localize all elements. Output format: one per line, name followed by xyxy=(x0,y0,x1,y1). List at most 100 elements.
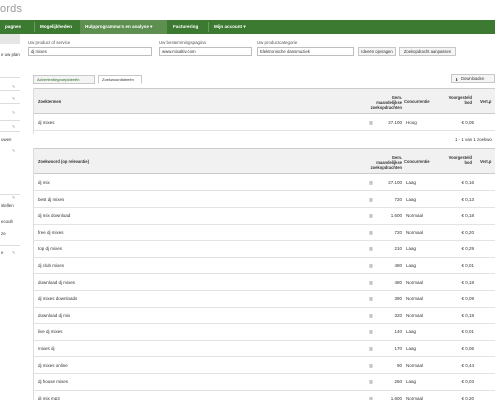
keyword-cell[interactable]: best dj mixes xyxy=(38,192,64,208)
header-suggested-bid[interactable]: Voorgesteld bod xyxy=(446,95,472,105)
chart-icon[interactable]: ▥ xyxy=(369,258,373,274)
keyword-cell[interactable]: top dj mixes xyxy=(38,241,62,257)
tab-keyword-ideas[interactable]: Zoekwoordideeën xyxy=(98,75,142,84)
pencil-icon[interactable]: ✎ xyxy=(12,84,17,89)
table-header: Zoektermen Gem. maandelijkse zoekopdrach… xyxy=(34,88,495,114)
bid-cell: € 0,01 xyxy=(461,263,474,268)
keyword-cell[interactable]: download dj mix xyxy=(38,308,70,324)
sidebar-divider xyxy=(0,77,20,78)
nav-item-my-account[interactable]: Mijn account ▾ xyxy=(209,20,257,34)
competition-cell: Laag xyxy=(406,196,417,202)
chart-icon[interactable]: ▥ xyxy=(369,192,373,208)
table-row: dj mixes downloads ▥ 390 Normaal € 0,09 xyxy=(34,291,495,308)
table-row: download dj mix ▥ 320 Normaal € 0,18 xyxy=(34,307,495,325)
header-avg-searches[interactable]: Gem. maandelijkse zoekopdrachten xyxy=(366,95,402,110)
bid-cell: € 0,13 xyxy=(461,196,474,202)
sidebar-item[interactable]: uwen xyxy=(1,137,12,142)
download-button[interactable]: ⬇ Downloaden xyxy=(451,74,495,83)
product-input[interactable]: dj mixes xyxy=(28,47,152,56)
sidebar-plan-label[interactable]: e uw plan xyxy=(1,52,20,57)
competition-cell: Laag xyxy=(406,246,417,252)
sidebar-item[interactable]: e xyxy=(1,250,3,255)
keyword-cell[interactable]: free dj mixes xyxy=(38,225,64,241)
chart-icon[interactable]: ▥ xyxy=(369,275,373,291)
chart-icon[interactable]: ▥ xyxy=(369,208,373,224)
sidebar-divider xyxy=(0,90,20,91)
bid-cell: € 0,06 xyxy=(461,346,474,351)
searches-cell: 27.100 xyxy=(388,180,402,185)
sidebar-item[interactable]: ecoult xyxy=(1,219,13,224)
chart-icon[interactable]: ▥ xyxy=(369,308,373,324)
keyword-cell: dj mixes xyxy=(38,120,55,125)
header-ad-share[interactable]: Vert.p xyxy=(480,99,491,104)
sidebar-item[interactable]: stellen xyxy=(1,203,14,208)
searches-cell: 720 xyxy=(394,229,402,235)
nav-item-opportunities[interactable]: Mogelijkheden xyxy=(35,20,79,34)
refine-search-button[interactable]: Zoekopdracht aanpassen xyxy=(399,47,456,56)
pencil-icon[interactable]: ✎ xyxy=(12,148,17,153)
competition-cell: Laag xyxy=(406,346,417,351)
keyword-cell[interactable]: dj mix xyxy=(38,175,50,191)
bid-cell: € 0,20 xyxy=(461,229,474,235)
keyword-cell[interactable]: dj house mixes xyxy=(38,374,68,390)
competition-cell: Normaal xyxy=(406,395,424,400)
keyword-cell[interactable]: download dj mixes xyxy=(38,275,75,291)
table-row: dj house mixes ▥ 260 Laag € 0,03 xyxy=(34,374,495,391)
pencil-icon[interactable]: ✎ xyxy=(12,195,17,200)
chart-icon[interactable]: ▥ xyxy=(369,374,373,390)
chart-icon[interactable]: ▥ xyxy=(369,115,373,131)
product-label: Uw product of service xyxy=(28,40,71,45)
header-search-terms[interactable]: Zoektermen xyxy=(38,99,61,104)
chart-icon[interactable]: ▥ xyxy=(369,175,373,191)
landing-page-label: Uw bestemmingspagina xyxy=(159,40,206,45)
pencil-icon[interactable]: ✎ xyxy=(12,110,17,115)
competition-cell: Hoog xyxy=(406,120,417,125)
header-competition[interactable]: Concurrentie xyxy=(404,159,429,164)
chart-icon[interactable]: ▥ xyxy=(369,358,373,374)
chart-icon[interactable]: ▥ xyxy=(369,291,373,307)
landing-page-input[interactable]: www.mixaltiv.com xyxy=(159,47,252,56)
keyword-cell[interactable]: dj mixes online xyxy=(38,358,68,374)
keyword-cell[interactable]: dj club mixes xyxy=(38,258,64,274)
searches-cell: 480 xyxy=(394,279,402,285)
sidebar-item[interactable]: ze xyxy=(1,231,6,236)
nav-item-tools-analysis[interactable]: Hulpprogramma's en analyse ▾ xyxy=(80,20,167,34)
chart-icon[interactable]: ▥ xyxy=(369,324,373,340)
table-header: Zoekwoord (op relevantie) Gem. maandelij… xyxy=(34,148,495,174)
keyword-cell[interactable]: dj mix mp3 xyxy=(38,391,60,400)
get-ideas-button[interactable]: Ideeën opvragen xyxy=(358,47,396,56)
pencil-icon[interactable]: ✎ xyxy=(12,96,17,101)
pencil-icon[interactable]: ✎ xyxy=(12,250,17,255)
bid-cell: € 0,09 xyxy=(461,296,474,302)
bid-cell: € 0,18 xyxy=(461,213,474,219)
download-icon: ⬇ xyxy=(455,77,459,82)
nav-item-campaigns[interactable]: pagnes xyxy=(0,20,34,34)
table-row: dj mixes ▥ 27.100 Hoog € 0,05 xyxy=(34,115,495,132)
header-avg-searches[interactable]: Gem. maandelijkse zoekopdrachten xyxy=(366,155,402,170)
keyword-cell[interactable]: live dj mixes xyxy=(38,324,63,340)
bid-cell: € 0,05 xyxy=(461,120,474,125)
chart-icon[interactable]: ▥ xyxy=(369,391,373,400)
keyword-cell[interactable]: dj mix download xyxy=(38,208,70,224)
chart-icon[interactable]: ▥ xyxy=(369,225,373,241)
competition-cell: Laag xyxy=(406,263,417,268)
header-competition[interactable]: Concurrentie xyxy=(404,99,429,104)
header-suggested-bid[interactable]: Voorgesteld bod xyxy=(446,155,472,165)
category-input[interactable]: Elektronische dansmuziek xyxy=(257,47,354,56)
pencil-icon[interactable]: ✎ xyxy=(12,124,17,129)
sidebar-divider xyxy=(0,194,20,195)
table-row: free dj mixes ▥ 720 Normaal € 0,20 xyxy=(34,224,495,242)
header-ad-share[interactable]: Vert.p xyxy=(480,159,491,164)
keyword-cell[interactable]: mixes dj xyxy=(38,341,55,357)
tab-ad-group-ideas[interactable]: Advertentiegroepideeën xyxy=(33,75,95,84)
keyword-cell[interactable]: dj mixes downloads xyxy=(38,291,77,307)
chart-icon[interactable]: ▥ xyxy=(369,341,373,357)
header-keyword-relevance[interactable]: Zoekwoord (op relevantie) xyxy=(38,159,89,164)
pagination-info: 1 - 1 van 1 zoekwo xyxy=(455,137,492,142)
searches-cell: 140 xyxy=(394,329,402,335)
chart-icon[interactable]: ▥ xyxy=(369,241,373,257)
nav-item-billing[interactable]: Facturering xyxy=(168,20,208,34)
searches-cell: 27.100 xyxy=(388,120,402,125)
bid-cell: € 0,20 xyxy=(461,395,474,400)
searches-cell: 1.600 xyxy=(390,213,402,219)
